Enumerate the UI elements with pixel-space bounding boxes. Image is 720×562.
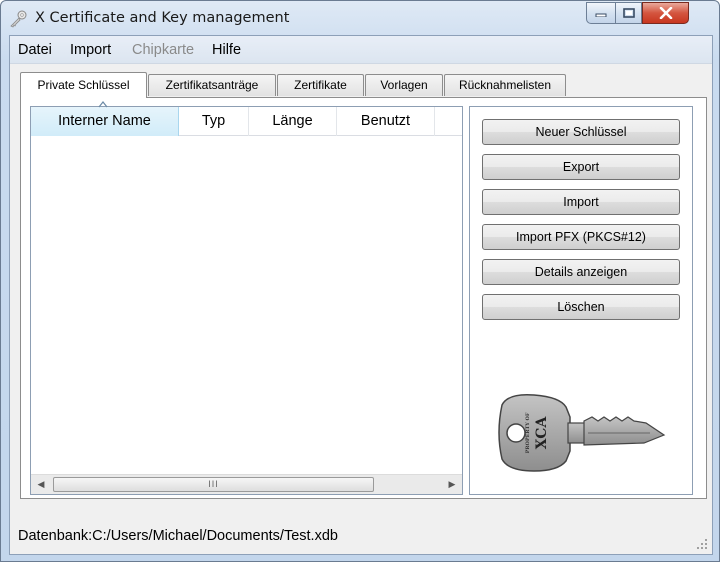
import-button[interactable]: Import (482, 189, 680, 215)
key-list[interactable]: Interner Name Typ Länge Benutzt ◀ III ▶ (30, 101, 463, 495)
scroll-left-button[interactable]: ◀ (31, 475, 51, 494)
close-button[interactable] (642, 2, 689, 24)
export-button[interactable]: Export (482, 154, 680, 180)
menu-import[interactable]: Import (70, 42, 111, 58)
maximize-icon (622, 8, 635, 18)
close-icon (659, 7, 672, 19)
scroll-thumb[interactable]: III (53, 477, 374, 492)
column-internal-name[interactable]: Interner Name (31, 101, 179, 136)
resize-grip-icon[interactable] (696, 538, 708, 550)
menu-datei[interactable]: Datei (18, 42, 52, 58)
menu-bar: Datei Import Chipkarte Hilfe (10, 36, 712, 64)
horizontal-scrollbar[interactable]: ◀ III ▶ (31, 474, 462, 494)
menu-hilfe[interactable]: Hilfe (212, 42, 241, 58)
app-key-icon (10, 10, 27, 28)
tab-revocation-lists[interactable]: Rücknahmelisten (444, 74, 566, 96)
column-used[interactable]: Benutzt (337, 107, 435, 136)
maximize-button[interactable] (615, 2, 642, 24)
delete-button[interactable]: Löschen (482, 294, 680, 320)
key-list-header: Interner Name Typ Länge Benutzt (31, 101, 462, 136)
client-area: Datei Import Chipkarte Hilfe Private Sch… (9, 35, 713, 555)
status-bar: Datenbank:C:/Users/Michael/Documents/Tes… (10, 524, 712, 554)
tab-certificate-requests[interactable]: Zertifikatsanträge (148, 74, 276, 96)
title-bar[interactable]: X Certificate and Key management (1, 1, 719, 35)
tab-private-keys[interactable]: Private Schlüssel (20, 72, 147, 98)
window-title: X Certificate and Key management (35, 10, 290, 26)
column-length[interactable]: Länge (249, 107, 337, 136)
column-length-label: Länge (272, 113, 313, 129)
column-used-label: Benutzt (360, 113, 411, 129)
app-window: X Certificate and Key management Datei I… (0, 0, 720, 562)
show-details-button[interactable]: Details anzeigen (482, 259, 680, 285)
tab-certificates[interactable]: Zertifikate (277, 74, 364, 96)
column-type-label: Typ (201, 113, 226, 129)
scroll-right-button[interactable]: ▶ (442, 475, 462, 494)
import-pfx-button[interactable]: Import PFX (PKCS#12) (482, 224, 680, 250)
minimize-icon (595, 13, 607, 17)
column-type[interactable]: Typ (179, 107, 249, 136)
tab-templates[interactable]: Vorlagen (365, 74, 443, 96)
private-keys-panel: Interner Name Typ Länge Benutzt ◀ III ▶ … (20, 97, 707, 499)
database-path: Datenbank:C:/Users/Michael/Documents/Tes… (18, 528, 338, 544)
minimize-button[interactable] (586, 2, 615, 24)
new-key-button[interactable]: Neuer Schlüssel (482, 119, 680, 145)
key-small-text: PROPERTY OF (525, 412, 531, 453)
menu-chipkarte: Chipkarte (132, 42, 195, 58)
xca-key-logo: PROPERTY OF XCA (498, 393, 666, 472)
column-internal-name-label: Interner Name (58, 113, 151, 129)
sort-ascending-icon (98, 101, 108, 108)
key-large-text: XCA (534, 416, 550, 450)
action-button-pane: Neuer Schlüssel Export Import Import PFX… (469, 106, 693, 495)
